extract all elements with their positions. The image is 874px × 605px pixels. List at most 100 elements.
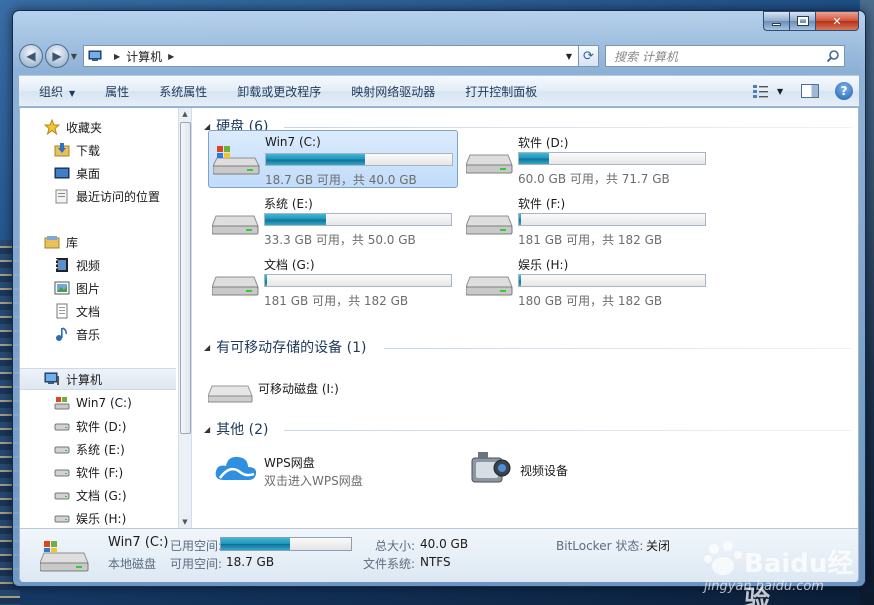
other-group-header[interactable]: ◢ 其他 (2) xyxy=(194,419,268,439)
system-properties-button[interactable]: 系统属性 xyxy=(159,83,207,100)
drive-free-space: 181 GB 可用，共 182 GB xyxy=(518,233,663,247)
removable-group-header[interactable]: ◢ 有可移动存储的设备 (1) xyxy=(194,337,366,357)
drive-free-space: 181 GB 可用，共 182 GB xyxy=(264,294,409,308)
drive-free-space: 60.0 GB 可用，共 71.7 GB xyxy=(518,172,670,186)
minimize-button[interactable] xyxy=(763,11,789,31)
nav-desktop[interactable]: 桌面 xyxy=(20,162,176,184)
forward-button[interactable]: ▶ xyxy=(45,44,69,68)
drive-usage-bar xyxy=(518,152,706,165)
nav-libraries[interactable]: 库 xyxy=(20,231,176,253)
search-input[interactable]: 搜索 计算机 xyxy=(605,45,845,67)
refresh-button[interactable]: ⟳ xyxy=(579,45,599,67)
chevron-down-icon[interactable]: ▼ xyxy=(777,87,783,96)
nav-drive-c[interactable]: Win7 (C:) xyxy=(20,392,176,414)
computer-icon xyxy=(88,50,102,61)
nav-music[interactable]: 音乐 xyxy=(20,323,176,345)
drive-usage-fill xyxy=(519,275,522,286)
map-network-drive-button[interactable]: 映射网络驱动器 xyxy=(351,83,435,100)
scroll-up-icon[interactable]: ▲ xyxy=(179,110,191,118)
details-total-value: 40.0 GB xyxy=(420,537,469,551)
nav-label: 音乐 xyxy=(76,327,101,342)
nav-drive-h[interactable]: 娱乐 (H:) xyxy=(20,507,176,528)
breadcrumb-computer[interactable]: 计算机 xyxy=(126,48,162,65)
drive-tile[interactable]: 软件 (D:) 60.0 GB 可用，共 71.7 GB xyxy=(462,130,712,188)
nav-recent-places[interactable]: 最近访问的位置 xyxy=(20,185,176,207)
wps-cloud-subtitle: 双击进入WPS网盘 xyxy=(264,474,363,488)
maximize-button[interactable] xyxy=(789,11,815,31)
forward-arrow-icon: ▶ xyxy=(52,49,62,63)
drive-tile[interactable]: Win7 (C:) 18.7 GB 可用，共 40.0 GB xyxy=(208,130,458,188)
drive-tile[interactable]: 娱乐 (H:) 180 GB 可用，共 182 GB xyxy=(462,252,712,310)
documents-library-icon xyxy=(54,303,70,319)
drive-tile[interactable]: 文档 (G:) 181 GB 可用，共 182 GB xyxy=(208,252,458,310)
wps-cloud-item[interactable]: WPS网盘 双击进入WPS网盘 xyxy=(214,448,444,498)
scroll-down-icon[interactable]: ▼ xyxy=(179,518,191,526)
scrollbar-thumb[interactable] xyxy=(180,122,191,434)
library-icon xyxy=(44,234,60,250)
cloud-icon xyxy=(215,456,257,480)
recent-places-icon xyxy=(54,188,70,204)
collapse-triangle-icon[interactable]: ◢ xyxy=(204,343,210,352)
properties-button[interactable]: 属性 xyxy=(105,83,129,100)
nav-drive-e[interactable]: 系统 (E:) xyxy=(20,438,176,460)
caption-buttons: ✕ xyxy=(763,11,859,31)
hard-drive-icon xyxy=(54,510,70,526)
preview-pane-button[interactable] xyxy=(801,84,819,98)
group-title: 有可移动存储的设备 (1) xyxy=(216,340,367,356)
drive-free-space: 33.3 GB 可用，共 50.0 GB xyxy=(264,233,416,247)
nav-favorites[interactable]: 收藏夹 xyxy=(20,116,176,138)
drive-tile[interactable]: 系统 (E:) 33.3 GB 可用，共 50.0 GB xyxy=(208,191,458,249)
address-dropdown-icon[interactable]: ▼ xyxy=(560,52,578,61)
drive-name: 软件 (D:) xyxy=(518,136,569,150)
uninstall-program-button[interactable]: 卸载或更改程序 xyxy=(237,83,321,100)
video-camera-icon xyxy=(471,452,511,483)
video-device-item[interactable]: 视频设备 xyxy=(470,448,670,498)
nav-label: 最近访问的位置 xyxy=(76,189,161,204)
organize-menu[interactable]: 组织 ▼ xyxy=(39,83,75,100)
search-placeholder: 搜索 计算机 xyxy=(614,49,678,64)
hard-drive-icon xyxy=(54,487,70,503)
nav-drive-d[interactable]: 软件 (D:) xyxy=(20,415,176,437)
collapse-triangle-icon[interactable]: ◢ xyxy=(204,425,210,434)
change-view-button[interactable]: ▼ xyxy=(753,84,787,98)
removable-disk-item[interactable]: 可移动磁盘 (I:) xyxy=(208,368,458,418)
nav-label: 图片 xyxy=(76,281,101,296)
breadcrumb-separator-icon[interactable]: ▶ xyxy=(168,52,174,61)
drive-usage-fill xyxy=(519,153,549,164)
address-bar[interactable]: ▶ 计算机 ▶ ▼ xyxy=(83,45,579,67)
details-used-label: 已用空间: xyxy=(170,539,223,553)
nav-label: 视频 xyxy=(76,258,101,273)
hard-drive-icon xyxy=(54,441,70,457)
video-device-name: 视频设备 xyxy=(520,464,569,478)
nav-videos[interactable]: 视频 xyxy=(20,254,176,276)
nav-computer[interactable]: 计算机 xyxy=(20,368,176,390)
content-pane: ◢ 硬盘 (6) Win7 (C:) 18.7 GB 可用，共 40.0 GB 软件… xyxy=(194,108,858,528)
pictures-library-icon xyxy=(54,280,70,296)
details-bitlocker-value: 关闭 xyxy=(646,539,671,553)
details-fs-label: 文件系统: xyxy=(363,557,416,571)
drive-tile[interactable]: 软件 (F:) 181 GB 可用，共 182 GB xyxy=(462,191,712,249)
back-button[interactable]: ◀ xyxy=(19,44,43,68)
nav-documents[interactable]: 文档 xyxy=(20,300,176,322)
navigation-scrollbar[interactable]: ▲ ▼ xyxy=(178,108,192,528)
wps-cloud-name: WPS网盘 xyxy=(264,456,315,470)
open-control-panel-button[interactable]: 打开控制面板 xyxy=(465,83,537,100)
nav-downloads[interactable]: 下载 xyxy=(20,139,176,161)
recent-pages-dropdown[interactable]: ▼ xyxy=(69,52,79,61)
video-library-icon xyxy=(54,257,70,273)
details-fs-value: NTFS xyxy=(420,555,451,569)
group-divider xyxy=(284,127,852,128)
nav-pictures[interactable]: 图片 xyxy=(20,277,176,299)
search-icon[interactable] xyxy=(826,49,840,63)
breadcrumb-separator-icon[interactable]: ▶ xyxy=(114,52,120,61)
details-total-label: 总大小: xyxy=(375,539,416,553)
help-button[interactable]: ? xyxy=(835,82,853,100)
close-button[interactable]: ✕ xyxy=(815,11,859,31)
nav-label: 系统 (E:) xyxy=(76,442,125,457)
nav-drive-g[interactable]: 文档 (G:) xyxy=(20,484,176,506)
drive-usage-fill xyxy=(265,214,327,225)
nav-label: 桌面 xyxy=(76,166,101,181)
minimize-icon xyxy=(772,22,781,26)
nav-drive-f[interactable]: 软件 (F:) xyxy=(20,461,176,483)
details-free-value: 18.7 GB xyxy=(226,555,275,569)
